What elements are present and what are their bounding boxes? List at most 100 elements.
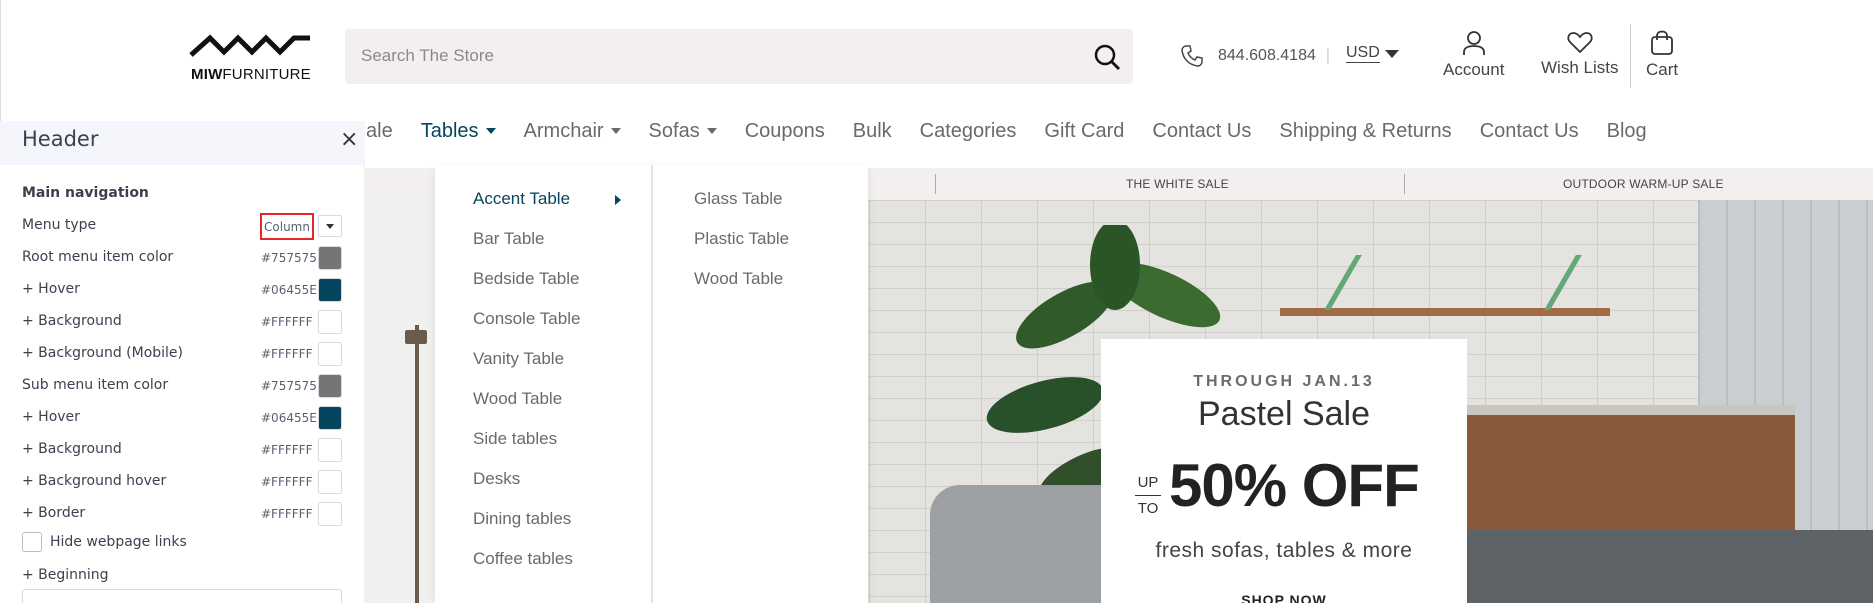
- floor-lamp-head: [405, 330, 427, 344]
- shop-now-button[interactable]: SHOP NOW: [1101, 592, 1467, 603]
- heart-icon: [1567, 32, 1593, 54]
- divider: [1630, 24, 1631, 88]
- promo-link-outdoor-sale[interactable]: OUTDOOR WARM-UP SALE: [1563, 177, 1724, 191]
- chevron-down-icon: [1384, 49, 1399, 58]
- bag-icon: [1651, 30, 1673, 55]
- menu-item-bar-table[interactable]: Bar Table: [473, 229, 545, 249]
- nav-item-label: Contact Us: [1152, 119, 1252, 142]
- sale-title: Pastel Sale: [1198, 395, 1370, 433]
- color-hex: #FFFFFF: [261, 475, 313, 489]
- nav-item-label: Categories: [919, 119, 1017, 142]
- hide-links-checkbox[interactable]: [22, 532, 42, 552]
- nav-item-label: Contact Us: [1479, 119, 1579, 142]
- menu-item-coffee-tables[interactable]: Coffee tables: [473, 549, 573, 569]
- chevron-down-icon: [326, 223, 334, 229]
- sale-date: THROUGH JAN.13: [1193, 373, 1375, 390]
- menu-item-vanity-table[interactable]: Vanity Table: [473, 349, 564, 369]
- wishlist-label: Wish Lists: [1541, 58, 1619, 77]
- submenu-item-plastic-table[interactable]: Plastic Table: [694, 229, 789, 249]
- color-hex: #FFFFFF: [261, 443, 313, 457]
- cart-link[interactable]: Cart: [1646, 30, 1678, 80]
- color-swatch[interactable]: [318, 406, 342, 430]
- nav-item-label: Bulk: [852, 119, 892, 142]
- page: MIWFURNITURE 844.608.4184 | USD Account: [0, 0, 1873, 603]
- menu-item-desks[interactable]: Desks: [473, 469, 520, 489]
- hero-counter: [1465, 415, 1795, 545]
- menu-item-dining-tables[interactable]: Dining tables: [473, 509, 571, 529]
- setting-label: + Background: [22, 441, 122, 457]
- divider: [651, 165, 653, 603]
- currency-label: USD: [1346, 44, 1380, 63]
- cart-label: Cart: [1646, 60, 1679, 79]
- menu-type-select[interactable]: Column: [260, 213, 314, 240]
- panel-header: Header ×: [0, 121, 365, 165]
- phone-contact[interactable]: 844.608.4184 |: [1180, 44, 1340, 68]
- submenu-item-wood-table[interactable]: Wood Table: [694, 269, 783, 289]
- color-swatch[interactable]: [318, 278, 342, 302]
- user-icon: [1462, 31, 1485, 55]
- nav-item-categories[interactable]: Categories: [920, 120, 1017, 143]
- currency-selector[interactable]: USD: [1346, 44, 1399, 63]
- sale-subtitle: fresh sofas, tables & more: [1155, 539, 1413, 562]
- nav-item-label: Coupons: [744, 119, 825, 142]
- nav-item-gift-card[interactable]: Gift Card: [1044, 120, 1124, 143]
- search-input[interactable]: [361, 44, 1051, 68]
- setting-label: + Background (Mobile): [22, 345, 183, 361]
- color-hex: #FFFFFF: [261, 507, 313, 521]
- beginning-field[interactable]: [22, 589, 342, 603]
- page-edge: [0, 0, 1, 121]
- submenu-item-glass-table[interactable]: Glass Table: [694, 189, 783, 209]
- color-swatch[interactable]: [318, 502, 342, 526]
- header-settings-panel: Header × Main navigation Menu type Colum…: [0, 121, 365, 603]
- sale-card[interactable]: THROUGH JAN.13 Pastel Sale UP TO 50% OFF…: [1101, 339, 1467, 603]
- menu-item-wood-table[interactable]: Wood Table: [473, 389, 562, 409]
- nav-item-label: Sofas: [648, 119, 700, 142]
- account-link[interactable]: Account: [1443, 30, 1504, 80]
- nav-item-contact-us-2[interactable]: Contact Us: [1480, 120, 1579, 143]
- nav-item-blog[interactable]: Blog: [1607, 120, 1647, 143]
- menu-item-accent-table[interactable]: Accent Table: [473, 189, 570, 209]
- menu-item-bedside-table[interactable]: Bedside Table: [473, 269, 580, 289]
- nav-item-tables[interactable]: Tables: [421, 120, 496, 143]
- color-swatch[interactable]: [318, 438, 342, 462]
- logo[interactable]: MIWFURNITURE: [188, 30, 314, 86]
- nav-item-label: Shipping & Returns: [1279, 119, 1452, 142]
- hide-links-label: Hide webpage links: [50, 534, 187, 550]
- menu-item-console-table[interactable]: Console Table: [473, 309, 580, 329]
- nav-item-contact-us[interactable]: Contact Us: [1152, 120, 1251, 143]
- color-hex: #757575: [261, 251, 317, 265]
- account-label: Account: [1443, 60, 1505, 79]
- phone-icon: [1181, 45, 1203, 67]
- divider: [1404, 174, 1405, 194]
- setting-label: + Hover: [22, 281, 80, 297]
- nav-item-label: Tables: [420, 119, 479, 142]
- setting-label: Sub menu item color: [22, 377, 169, 393]
- divider: [935, 174, 936, 194]
- search-button[interactable]: [1089, 39, 1125, 75]
- color-swatch[interactable]: [318, 342, 342, 366]
- close-icon[interactable]: ×: [340, 125, 358, 155]
- section-title: Main navigation: [22, 185, 149, 201]
- nav-item-label: Gift Card: [1044, 119, 1125, 142]
- color-swatch[interactable]: [318, 470, 342, 494]
- logo-text: MIWFURNITURE: [191, 66, 311, 83]
- promo-link-white-sale[interactable]: THE WHITE SALE: [1126, 177, 1229, 191]
- menu-type-dropdown-button[interactable]: [318, 215, 342, 237]
- nav-item-armchair[interactable]: Armchair: [524, 120, 621, 143]
- panel-title: Header: [22, 127, 99, 151]
- setting-label: + Background hover: [22, 473, 167, 489]
- nav-item-label: Armchair: [523, 119, 604, 142]
- nav-item-bulk[interactable]: Bulk: [853, 120, 892, 143]
- chevron-down-icon: [485, 128, 496, 134]
- nav-item-shipping-returns[interactable]: Shipping & Returns: [1279, 120, 1451, 143]
- nav-item-sofas[interactable]: Sofas: [649, 120, 717, 143]
- phone-number[interactable]: 844.608.4184: [1218, 47, 1316, 65]
- color-swatch[interactable]: [318, 246, 342, 270]
- wishlist-link[interactable]: Wish Lists: [1541, 30, 1618, 78]
- setting-label: + Border: [22, 505, 86, 521]
- hero-wall-left: [365, 200, 440, 603]
- menu-item-side-tables[interactable]: Side tables: [473, 429, 557, 449]
- color-swatch[interactable]: [318, 374, 342, 398]
- nav-item-coupons[interactable]: Coupons: [745, 120, 825, 143]
- color-swatch[interactable]: [318, 310, 342, 334]
